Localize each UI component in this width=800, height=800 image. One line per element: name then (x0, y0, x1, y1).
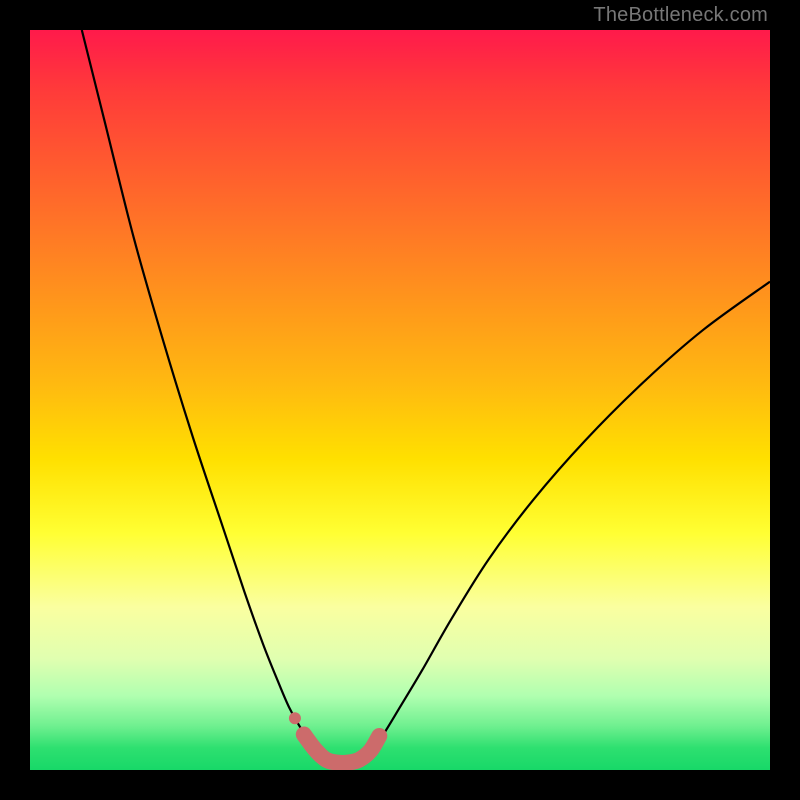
watermark-text: TheBottleneck.com (593, 4, 768, 27)
highlight-dot (289, 712, 301, 724)
curve-right-branch (363, 282, 770, 762)
curve-layer (30, 30, 770, 770)
curve-left-branch (82, 30, 326, 761)
highlight-band (304, 734, 379, 762)
plot-area (30, 30, 770, 770)
